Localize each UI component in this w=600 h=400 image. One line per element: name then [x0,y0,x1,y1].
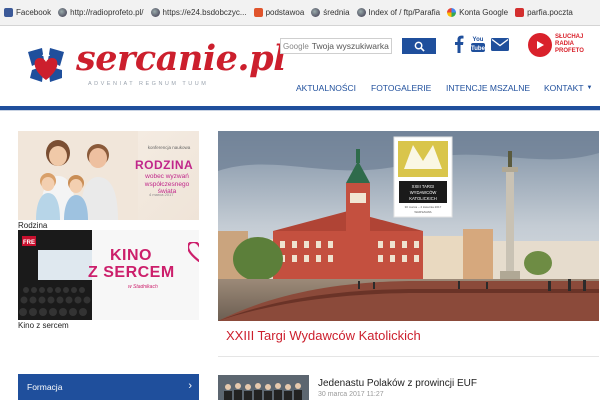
formacja-label: Formacja [27,382,63,392]
site-header: sercanie.pl ADVENIAT REGNUM TUUM Google … [0,26,600,106]
bookmark-label: http://radioprofeto.pl/ [70,8,144,17]
bookmark-label: https://e24.bsdobczyc... [162,8,247,17]
logo-heart-icon[interactable] [22,44,70,86]
poster-line: XXIII TARGI [412,184,435,189]
nav-kontakt-label: KONTAKT [544,83,584,93]
bookmark-label: średnia [323,8,350,17]
banner-rodzina[interactable]: konferencja naukowa RODZINA wobec wyzwań… [18,131,199,220]
kino-location: w Stadnikach [128,284,158,290]
globe-icon [356,8,366,17]
bookmark-label: parfia.poczta [527,8,573,17]
sidebar-item-formacja[interactable]: Formacja › [18,374,199,400]
svg-text:You: You [473,37,484,43]
radio-label-line: SŁUCHAJ [555,34,584,40]
search-brand: Google [283,41,309,51]
globe-icon [58,8,68,17]
radio-profeto-link[interactable]: SŁUCHAJ RADIA PROFETO [528,32,598,58]
globe-icon [150,8,160,17]
bookmark-label: podstawoa [265,8,305,17]
facebook-link[interactable] [452,34,466,54]
featured-divider [218,356,599,357]
poster-city: WARSZAWA [414,210,431,214]
bookmarks-bar: Facebook http://radioprofeto.pl/ https:/… [0,0,600,26]
rodzina-subtitle-line: wobec wyzwań [145,173,189,180]
bookmark-label: Index of / ftp/Parafia [368,8,441,17]
bookmark-konta-google[interactable]: Konta Google [447,8,508,17]
bookmark-radioprofeto[interactable]: http://radioprofeto.pl/ [58,8,144,17]
facebook-icon [455,35,464,53]
plus-icon [253,8,263,17]
bookmark-facebook[interactable]: Facebook [4,8,51,17]
search-button[interactable] [402,38,436,54]
banner-kino-z-sercem[interactable]: FRE KINO Z SERCEM w Stadnikach [18,230,199,320]
radio-label-line: RADIA [555,41,574,47]
bookmark-label: Facebook [16,8,52,17]
heart-icon [188,242,199,262]
poster-line: WYDAWCÓW [410,190,437,195]
svg-text:Tube: Tube [471,46,486,52]
poster-line: KATOLICKICH [409,196,437,201]
group-photo [218,375,309,400]
nav-kontakt[interactable]: KONTAKT ▼ [544,81,592,95]
search-placeholder: Twoja wyszukiwarka [311,41,389,51]
featured-photo[interactable]: XXIII TARGI WYDAWCÓW KATOLICKICH 30 marc… [218,131,599,321]
mail-icon [491,37,509,51]
site-logo-text[interactable]: sercanie.pl [76,38,286,79]
news-date: 30 marca 2017 11:27 [318,391,384,398]
svg-text:FRE: FRE [23,240,35,246]
rodzina-date: 4 marca 2017 [149,192,174,197]
banner-caption-rodzina[interactable]: Rodzina [18,221,47,230]
radio-label-line: PROFETO [555,48,584,54]
youtube-icon: You Tube [471,37,486,52]
banner-caption-kino[interactable]: Kino z sercem [18,321,69,330]
bookmark-e24[interactable]: https://e24.bsdobczyc... [150,8,247,17]
family-photo [18,131,138,220]
news-title[interactable]: Jedenastu Polaków z prowincji EUF [318,378,477,389]
nav-intencje-mszalne[interactable]: INTENCJE MSZALNE [446,81,530,95]
play-icon [528,33,552,57]
facebook-icon [4,8,13,17]
site-tagline: ADVENIAT REGNUM TUUM [88,81,209,87]
search-icon [414,41,425,52]
featured-caption[interactable]: XXIII Targi Wydawców Katolickich [226,328,421,343]
rodzina-small-label: konferencja naukowa [147,145,191,150]
rodzina-title: RODZINA [135,158,194,172]
news-thumbnail[interactable] [218,375,309,400]
globe-icon [311,8,321,17]
pocket-icon [515,8,525,17]
bookmark-srednia[interactable]: średnia [311,8,350,17]
poster-date: 30 marca – 2 kwietnia 2017 [405,205,442,209]
cinema-photo: FRE [18,230,92,320]
youtube-link[interactable]: You Tube [470,34,486,54]
chevron-right-icon: › [188,380,192,392]
bookmark-label: Konta Google [459,8,509,17]
castle-square-photo: XXIII TARGI WYDAWCÓW KATOLICKICH 30 marc… [218,131,599,321]
kino-title-line: KINO [110,247,152,264]
kino-title: KINO Z SERCEM [88,247,175,281]
nav-aktualnosci[interactable]: AKTUALNOŚCI [296,81,356,95]
caret-down-icon: ▼ [586,85,593,91]
header-divider-thin [0,110,600,111]
google-icon [447,8,457,17]
mail-link[interactable] [490,34,510,54]
search-input[interactable]: Google Twoja wyszukiwarka [280,38,392,54]
bookmark-podstawoa[interactable]: podstawoa [253,8,305,17]
nav-fotogalerie[interactable]: FOTOGALERIE [371,81,431,95]
kino-title-line: Z SERCEM [88,264,175,281]
bookmark-index-of[interactable]: Index of / ftp/Parafia [356,8,441,17]
radio-label: SŁUCHAJ RADIA PROFETO [555,34,584,55]
bookmark-parfia-poczta[interactable]: parfia.poczta [515,8,573,17]
